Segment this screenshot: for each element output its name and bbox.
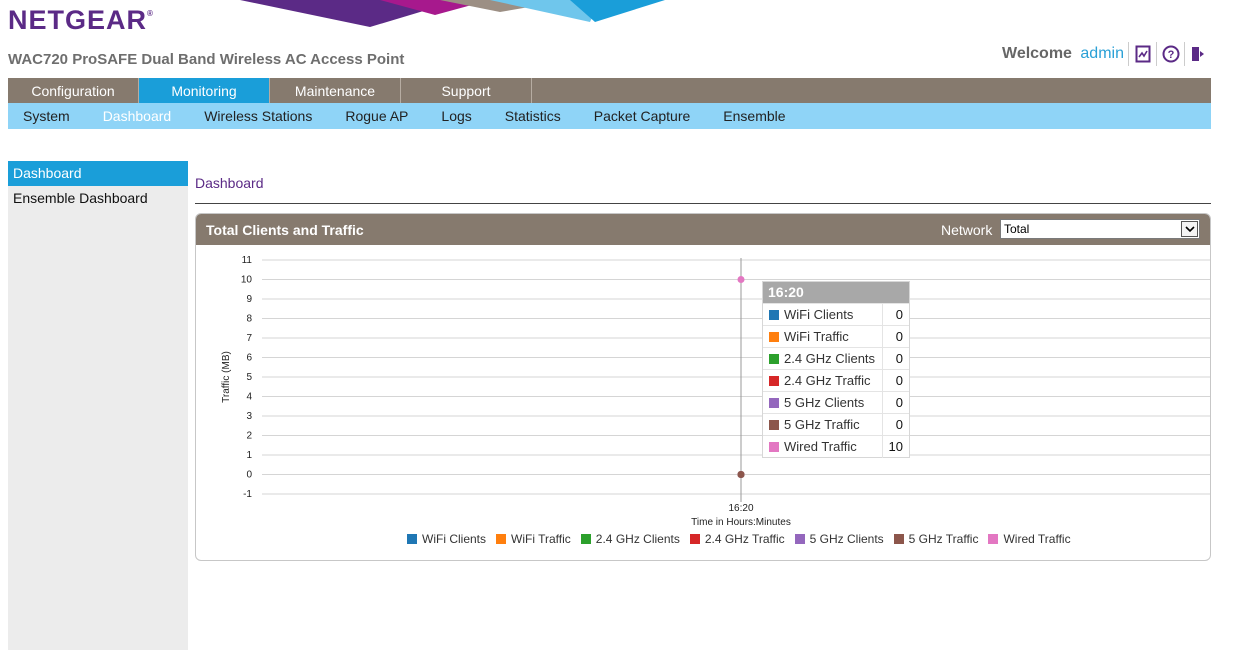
tooltip-value: 0 [882,325,909,348]
tooltip-label: Wired Traffic [784,439,857,454]
tooltip-row: WiFi Traffic 0 [763,325,909,348]
tab-monitoring[interactable]: Monitoring [139,78,270,103]
legend-item[interactable]: Wired Traffic [988,532,1071,546]
subtab-system[interactable]: System [8,108,70,124]
subtab-rogue-ap[interactable]: Rogue AP [330,108,408,124]
welcome-label: Welcome [1002,45,1072,62]
tooltip-row: 5 GHz Traffic 0 [763,413,909,436]
legend-swatch [407,534,417,544]
legend-item[interactable]: WiFi Clients [407,532,486,546]
tooltip-value: 0 [882,413,909,436]
legend-swatch [689,534,700,544]
tooltip-swatch [769,375,779,386]
header-banner-graphic [240,0,665,27]
sub-nav: System Dashboard Wireless Stations Rogue… [8,103,1211,129]
logout-icon[interactable] [1184,42,1212,66]
legend-item[interactable]: 5 GHz Traffic [893,532,979,546]
panel-title: Total Clients and Traffic [206,221,364,238]
legend-label: WiFi Traffic [511,532,571,546]
chart-legend: WiFi Clients WiFi Traffic 2.4 GHz Clients 2… [407,532,1081,546]
tab-maintenance[interactable]: Maintenance [270,78,401,103]
subtab-statistics[interactable]: Statistics [490,108,561,124]
netgear-logo: NETGEAR® [8,5,154,35]
legend-swatch [988,534,999,544]
sidebar-item-dashboard[interactable]: Dashboard [8,161,188,186]
tooltip-swatch [769,353,779,364]
legend-swatch [496,534,507,544]
tooltip-label: WiFi Traffic [784,329,849,344]
subtab-packet-capture[interactable]: Packet Capture [579,108,691,124]
traffic-panel: Total Clients and Traffic Network Total [195,213,1211,561]
tooltip-value: 0 [882,369,909,392]
help-icon[interactable]: ? [1156,42,1184,66]
breadcrumb: Dashboard [195,175,264,191]
legend-swatch [580,534,591,544]
tooltip-row: Wired Traffic 10 [763,435,909,458]
legend-swatch [794,534,805,544]
tooltip-swatch [769,309,779,320]
tooltip-swatch [769,419,779,430]
breadcrumb-divider [195,203,1211,204]
tooltip-value: 0 [882,303,909,326]
subtab-ensemble[interactable]: Ensemble [708,108,785,124]
legend-swatch [893,534,904,544]
license-icon[interactable] [1128,42,1156,66]
panel-header: Total Clients and Traffic Network Total [196,214,1210,245]
legend-item[interactable]: WiFi Traffic [496,532,571,546]
tooltip-label: 2.4 GHz Clients [784,351,876,366]
chart-tooltip: 16:20 WiFi Clients 0 WiFi Traffic 0 2.4 GHz … [762,281,910,458]
tooltip-value: 10 [882,435,909,458]
network-select[interactable]: Total [1000,219,1200,239]
legend-label: 5 GHz Traffic [908,532,979,546]
subtab-logs[interactable]: Logs [426,108,471,124]
legend-label: 2.4 GHz Clients [595,532,680,546]
header-icons: ? [1128,42,1212,66]
tooltip-label: 5 GHz Traffic [784,417,860,432]
tooltip-row: WiFi Clients 0 [763,303,909,326]
legend-item[interactable]: 2.4 GHz Clients [580,532,680,546]
subtab-dashboard[interactable]: Dashboard [88,108,172,124]
welcome-message: Welcome admin [1002,45,1124,63]
tooltip-value: 0 [882,347,909,370]
sidebar-item-ensemble-dashboard[interactable]: Ensemble Dashboard [8,186,188,211]
chevron-down-icon[interactable] [1181,221,1198,237]
tooltip-row: 5 GHz Clients 0 [763,391,909,414]
tooltip-label: WiFi Clients [784,307,854,322]
tooltip-swatch [769,397,779,408]
legend-label: 5 GHz Clients [809,532,884,546]
legend-item[interactable]: 2.4 GHz Traffic [689,532,785,546]
network-label: Network [941,222,993,238]
sidebar: Dashboard Ensemble Dashboard [8,161,188,650]
legend-label: 2.4 GHz Traffic [704,532,785,546]
legend-label: Wired Traffic [1003,532,1071,546]
legend-item[interactable]: 5 GHz Clients [794,532,884,546]
tooltip-label: 5 GHz Clients [784,395,865,410]
tooltip-swatch [769,331,779,342]
subtab-wireless-stations[interactable]: Wireless Stations [189,108,312,124]
main-nav: Configuration Monitoring Maintenance Sup… [8,78,1211,103]
tooltip-value: 0 [882,391,909,414]
product-title: WAC720 ProSAFE Dual Band Wireless AC Acc… [8,51,405,68]
tooltip-label: 2.4 GHz Traffic [784,373,871,388]
legend-label: WiFi Clients [422,532,487,546]
tab-configuration[interactable]: Configuration [8,78,139,103]
tooltip-row: 2.4 GHz Clients 0 [763,347,909,370]
svg-text:?: ? [1167,49,1174,61]
username[interactable]: admin [1080,45,1124,62]
tab-support[interactable]: Support [401,78,532,103]
tooltip-row: 2.4 GHz Traffic 0 [763,369,909,392]
network-select-value: Total [1004,222,1030,236]
tooltip-time: 16:20 [763,282,909,303]
tooltip-swatch [769,441,779,452]
